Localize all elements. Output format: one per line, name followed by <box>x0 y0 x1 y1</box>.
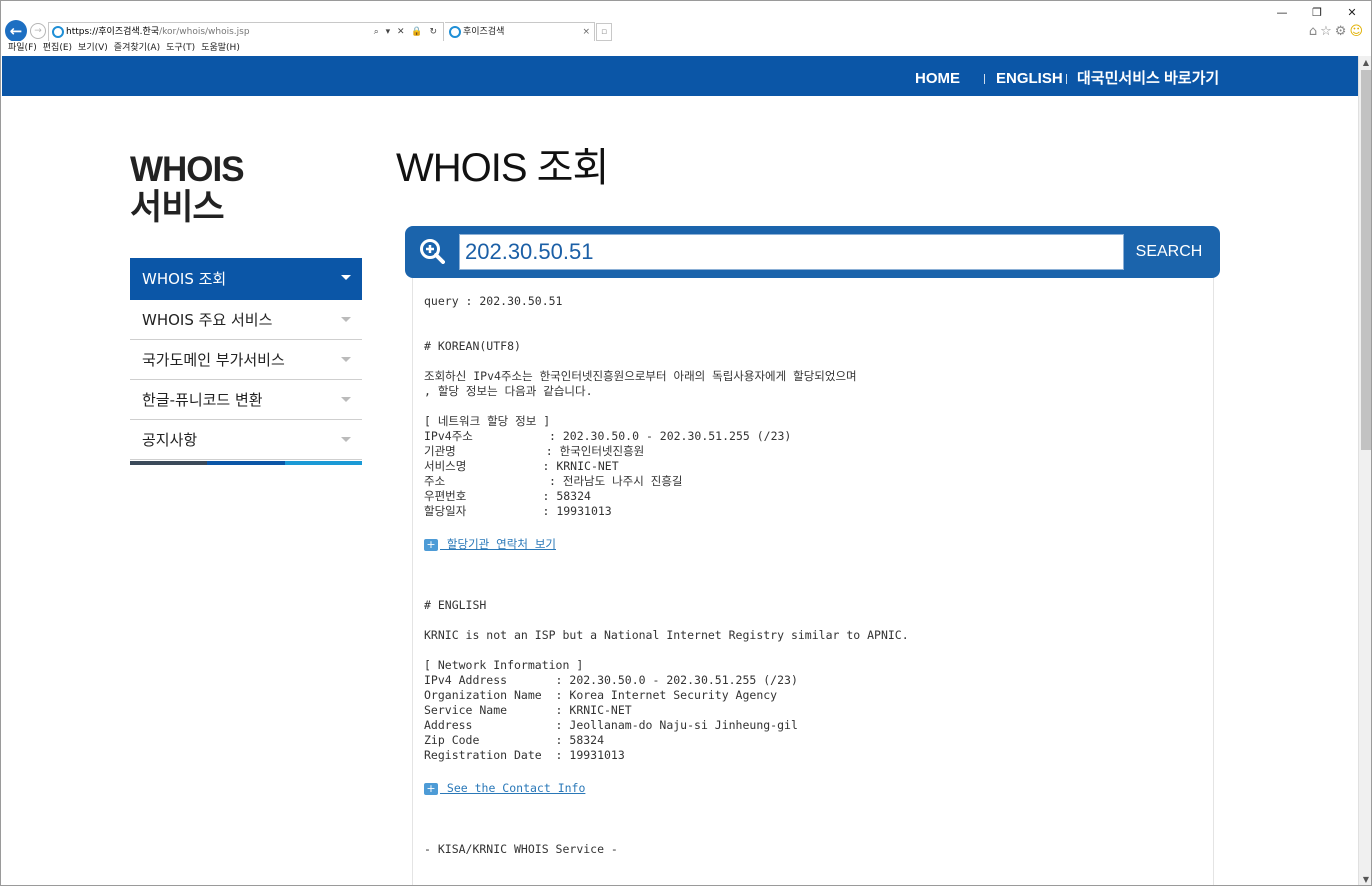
result-english-intro: KRNIC is not an ISP but a National Inter… <box>424 628 909 642</box>
result-korean-row: IPv4주소 : 202.30.50.0 - 202.30.51.255 (/2… <box>424 429 792 443</box>
search-button[interactable]: SEARCH <box>1123 234 1215 270</box>
whois-result-panel: query : 202.30.50.51 # KOREAN(UTF8) 조회하신… <box>412 278 1214 885</box>
sidebar-color-bar <box>130 461 362 465</box>
menu-bar: 파일(F) 편집(E) 보기(V) 즐겨찾기(A) 도구(T) 도움말(H) <box>2 41 1371 56</box>
korean-contact-link-text[interactable]: 할당기관 연락처 보기 <box>440 537 556 551</box>
back-button[interactable]: ← <box>5 20 27 42</box>
browser-window: ← → https://후이즈검색.한국/kor/whois/whois.jsp… <box>0 0 1372 886</box>
page-viewport: HOME ENGLISH 대국민서비스 바로가기 WHOIS 서비스 WHOIS… <box>2 56 1358 885</box>
result-english-row: IPv4 Address : 202.30.50.0 - 202.30.51.2… <box>424 673 798 687</box>
restore-button[interactable]: ❐ <box>1310 6 1324 19</box>
tab-close-icon[interactable]: × <box>582 23 590 41</box>
plus-icon: + <box>424 539 438 551</box>
nav-english-link[interactable]: ENGLISH <box>996 56 1063 102</box>
close-window-button[interactable]: ✕ <box>1345 6 1359 19</box>
zoom-in-search-icon <box>420 239 445 264</box>
color-bar-segment <box>285 461 362 465</box>
sidebar-item-label: WHOIS 주요 서비스 <box>142 311 273 329</box>
result-korean-section: [ 네트워크 할당 정보 ] <box>424 414 551 428</box>
menu-tools[interactable]: 도구(T) <box>166 41 195 56</box>
home-icon[interactable]: ⌂ <box>1309 24 1320 39</box>
sidebar-item-label: 국가도메인 부가서비스 <box>142 351 285 369</box>
color-bar-segment <box>207 461 285 465</box>
minimize-button[interactable]: — <box>1275 6 1289 19</box>
scrollbar-thumb[interactable] <box>1361 70 1371 450</box>
sidebar-item-label: WHOIS 조회 <box>142 270 227 288</box>
vertical-scrollbar[interactable]: ▲ ▼ <box>1358 56 1371 885</box>
sidebar-item-domain-services[interactable]: 국가도메인 부가서비스 <box>130 340 362 380</box>
page-title: WHOIS 조회 <box>396 146 609 190</box>
plus-icon: + <box>424 783 438 795</box>
result-korean-row: 우편번호 : 58324 <box>424 489 591 503</box>
scroll-down-icon[interactable]: ▼ <box>1359 875 1371 884</box>
address-controls[interactable]: ⌕ ▾ ✕ 🔒 ↻ <box>374 23 439 41</box>
result-korean-row: 서비스명 : KRNIC-NET <box>424 459 619 473</box>
sidebar-item-notices[interactable]: 공지사항 <box>130 420 362 460</box>
sidebar-title-line2: 서비스 <box>130 188 225 227</box>
tab-title: 후이즈검색 <box>463 27 505 37</box>
whois-search-input[interactable] <box>459 234 1124 270</box>
browser-tab[interactable]: 후이즈검색 × <box>445 22 595 42</box>
chevron-down-icon <box>341 275 351 280</box>
english-contact-link[interactable]: + See the Contact Info <box>424 781 585 796</box>
result-korean-intro: , 할당 정보는 다음과 같습니다. <box>424 384 593 398</box>
sidebar-item-whois-services[interactable]: WHOIS 주요 서비스 <box>130 300 362 340</box>
sidebar-title: WHOIS 서비스 <box>130 150 245 227</box>
result-footer: - KISA/KRNIC WHOIS Service - <box>424 842 618 856</box>
result-english-row: Zip Code : 58324 <box>424 733 605 747</box>
menu-edit[interactable]: 편집(E) <box>43 41 72 56</box>
favorites-star-icon[interactable]: ☆ <box>1320 24 1335 39</box>
ie-favicon-icon <box>52 26 64 38</box>
toolbar-icons: ⌂☆⚙☺ <box>1309 24 1366 39</box>
scroll-up-icon[interactable]: ▲ <box>1359 58 1371 67</box>
result-korean-header: # KOREAN(UTF8) <box>424 339 521 353</box>
nav-separator <box>984 74 985 84</box>
sidebar-item-label: 한글-퓨니코드 변환 <box>142 391 263 409</box>
feedback-smiley-icon[interactable]: ☺ <box>1349 24 1366 39</box>
result-korean-row: 기관명 : 한국인터넷진흥원 <box>424 444 645 458</box>
nav-civil-service-link[interactable]: 대국민서비스 바로가기 <box>1077 56 1219 102</box>
result-english-row: Address : Jeollanam-do Naju-si Jinheung-… <box>424 718 798 732</box>
chevron-down-icon <box>341 317 351 322</box>
new-tab-button[interactable]: ▫ <box>596 23 612 41</box>
result-query: query : 202.30.50.51 <box>424 294 563 308</box>
forward-button[interactable]: → <box>30 23 46 39</box>
result-english-row: Organization Name : Korea Internet Secur… <box>424 688 778 702</box>
tab-favicon-icon <box>449 26 461 38</box>
sidebar-title-line1: WHOIS <box>130 150 245 189</box>
sidebar-menu: WHOIS 조회 WHOIS 주요 서비스 국가도메인 부가서비스 한글-퓨니코… <box>130 258 362 465</box>
result-english-row: Registration Date : 19931013 <box>424 748 625 762</box>
color-bar-segment <box>130 461 207 465</box>
sidebar-item-label: 공지사항 <box>142 431 198 449</box>
menu-favorites[interactable]: 즐겨찾기(A) <box>114 41 160 56</box>
result-korean-intro: 조회하신 IPv4주소는 한국인터넷진흥원으로부터 아래의 독립사용자에게 할당… <box>424 369 857 383</box>
result-korean-row: 할당일자 : 19931013 <box>424 504 612 518</box>
result-english-row: Service Name : KRNIC-NET <box>424 703 632 717</box>
result-english-section: [ Network Information ] <box>424 658 584 672</box>
chevron-down-icon <box>341 357 351 362</box>
korean-contact-link[interactable]: + 할당기관 연락처 보기 <box>424 537 556 552</box>
result-english-header: # ENGLISH <box>424 598 487 612</box>
search-bar: SEARCH <box>405 226 1220 278</box>
chevron-down-icon <box>341 437 351 442</box>
menu-help[interactable]: 도움말(H) <box>201 41 240 56</box>
settings-gear-icon[interactable]: ⚙ <box>1335 24 1350 39</box>
nav-home-link[interactable]: HOME <box>915 56 960 102</box>
result-korean-row: 주소 : 전라남도 나주시 진흥길 <box>424 474 683 488</box>
english-contact-link-text[interactable]: See the Contact Info <box>440 781 585 795</box>
address-bar[interactable]: https://후이즈검색.한국/kor/whois/whois.jsp ⌕ ▾… <box>48 22 444 42</box>
nav-separator <box>1066 74 1067 84</box>
chevron-down-icon <box>341 397 351 402</box>
address-url: https://후이즈검색.한국/kor/whois/whois.jsp <box>66 27 250 37</box>
top-navigation: HOME ENGLISH 대국민서비스 바로가기 <box>2 56 1358 96</box>
menu-view[interactable]: 보기(V) <box>78 41 108 56</box>
menu-file[interactable]: 파일(F) <box>8 41 37 56</box>
title-bar: ← → https://후이즈검색.한국/kor/whois/whois.jsp… <box>2 2 1371 42</box>
sidebar-item-whois-lookup[interactable]: WHOIS 조회 <box>130 258 362 300</box>
sidebar-item-punycode[interactable]: 한글-퓨니코드 변환 <box>130 380 362 420</box>
